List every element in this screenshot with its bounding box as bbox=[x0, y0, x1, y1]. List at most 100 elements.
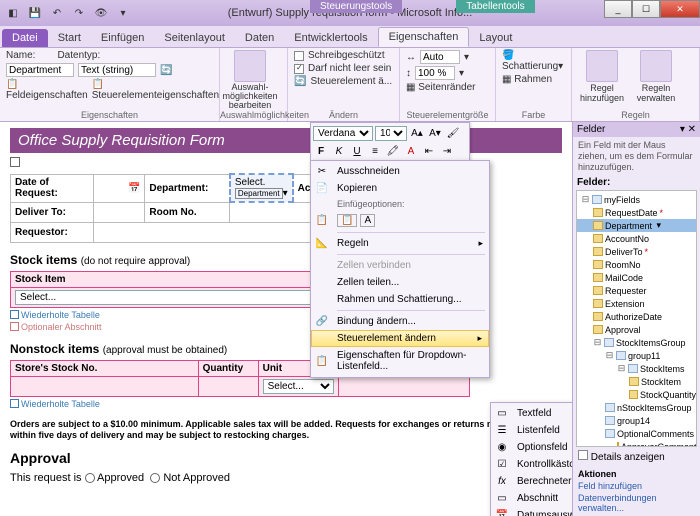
menu-cut[interactable]: ✂Ausschneiden bbox=[311, 163, 489, 180]
grow-font-icon[interactable]: A▴ bbox=[409, 125, 425, 141]
group-color-label: Farbe bbox=[496, 110, 571, 120]
request-is-label: This request is bbox=[10, 472, 82, 484]
maximize-button[interactable]: ☐ bbox=[632, 0, 660, 18]
notempty-checkbox[interactable] bbox=[294, 64, 304, 74]
details-label: Details anzeigen bbox=[591, 452, 665, 463]
readonly-checkbox[interactable] bbox=[294, 51, 304, 61]
sub-checkbox[interactable]: ☑Kontrollkästchen bbox=[491, 456, 572, 473]
name-label: Name: bbox=[6, 50, 35, 61]
sub-option[interactable]: ◉Optionsfeld bbox=[491, 439, 572, 456]
field-props-button[interactable]: 📋 Feldeigenschaften bbox=[6, 79, 88, 101]
undo-icon[interactable]: ↶ bbox=[48, 4, 66, 22]
notapproved-radio[interactable] bbox=[150, 473, 160, 483]
approved-radio[interactable] bbox=[85, 473, 95, 483]
refresh-icon[interactable]: 🔄 bbox=[160, 65, 172, 76]
group-choices-label: Auswahlmöglichkeiten bbox=[220, 110, 287, 120]
section-icon: ▭ bbox=[495, 492, 509, 506]
calendar-icon[interactable]: 📅 bbox=[128, 183, 140, 194]
manage-rules-button[interactable]: Regeln verwalten bbox=[632, 50, 680, 103]
underline-icon[interactable]: U bbox=[349, 143, 365, 159]
tab-data[interactable]: Daten bbox=[235, 29, 284, 47]
unit-select[interactable]: Select... bbox=[263, 379, 334, 394]
datentyp-input[interactable] bbox=[78, 63, 156, 77]
sub-section[interactable]: ▭Abschnitt bbox=[491, 490, 572, 507]
date-label: Date of Request: bbox=[11, 174, 94, 202]
name-input[interactable] bbox=[6, 63, 74, 77]
ribbon: Name: Datentyp: 🔄 📋 Feldeigenschaften 📋 … bbox=[0, 48, 700, 122]
tab-developer[interactable]: Entwicklertools bbox=[284, 29, 377, 47]
menu-change-binding[interactable]: 🔗Bindung ändern... bbox=[311, 313, 489, 330]
sub-calc[interactable]: fxBerechneter Wert bbox=[491, 473, 572, 490]
menu-paste-options[interactable]: 📋📋A bbox=[311, 211, 489, 230]
menu-copy[interactable]: 📄Kopieren bbox=[311, 180, 489, 197]
shrink-font-icon[interactable]: A▾ bbox=[427, 125, 443, 141]
manage-rules-icon bbox=[640, 50, 672, 82]
data-connections-link[interactable]: Datenverbindungen verwalten... bbox=[578, 493, 695, 513]
qat-dropdown-icon[interactable]: ▾ bbox=[114, 4, 132, 22]
preview-icon[interactable]: 👁 bbox=[92, 4, 110, 22]
width-input[interactable] bbox=[420, 50, 460, 64]
approved-label: Approved bbox=[97, 472, 144, 484]
group-rules-label: Regeln bbox=[572, 110, 699, 120]
sub-textfield[interactable]: ▭Textfeld bbox=[491, 405, 572, 422]
group-properties-label: Eigenschaften bbox=[0, 110, 219, 120]
indent-dec-icon[interactable]: ⇤ bbox=[421, 143, 437, 159]
minimize-button[interactable]: _ bbox=[604, 0, 632, 18]
change-control-icon[interactable]: 🔄 bbox=[294, 76, 306, 87]
menu-split-cells[interactable]: Zellen teilen... bbox=[311, 274, 489, 291]
menu-merge-cells[interactable]: Zellen verbinden bbox=[311, 257, 489, 274]
repeating-table-tag-2[interactable]: Wiederholte Tabelle bbox=[10, 399, 562, 409]
change-control-submenu: ▭Textfeld ☰Listenfeld ◉Optionsfeld ☑Kont… bbox=[490, 402, 572, 516]
pane-fields-label: Felder: bbox=[573, 175, 700, 190]
format-painter-icon[interactable]: 🖌 bbox=[445, 125, 461, 141]
control-props-button[interactable]: 📋 Steuerelementeigenschaften bbox=[92, 79, 219, 101]
disclaimer-text: Orders are subject to a $10.00 minimum. … bbox=[10, 419, 562, 442]
paste-icon: 📋 bbox=[315, 214, 329, 228]
fields-tree[interactable]: ⊟myFields RequestDate* Department ▾ Acco… bbox=[576, 190, 697, 447]
change-control-label[interactable]: Steuerelement ä... bbox=[310, 76, 392, 87]
add-rule-button[interactable]: Regel hinzufügen bbox=[578, 50, 626, 103]
shading-button[interactable]: 🪣 Schattierung▾ bbox=[502, 50, 565, 72]
edit-choices-button[interactable]: Auswahl- möglichkeiten bearbeiten bbox=[226, 50, 274, 110]
close-button[interactable]: ✕ bbox=[660, 0, 700, 18]
borders-button[interactable]: ▦ Rahmen bbox=[502, 74, 552, 85]
indent-inc-icon[interactable]: ⇥ bbox=[439, 143, 455, 159]
actions-heading: Aktionen bbox=[578, 469, 617, 479]
dept-dropdown[interactable]: Select. Department▾ bbox=[235, 177, 288, 199]
save-icon[interactable]: 💾 bbox=[26, 4, 44, 22]
anchor-handle[interactable] bbox=[10, 157, 20, 167]
mini-toolbar: Verdana 10 A▴ A▾ 🖌 F K U ≡ 🖍 A ⇤ ⇥ bbox=[310, 122, 470, 164]
italic-icon[interactable]: K bbox=[331, 143, 347, 159]
tab-start[interactable]: Start bbox=[48, 29, 91, 47]
font-combo[interactable]: Verdana bbox=[313, 126, 373, 141]
menu-dropdown-props[interactable]: 📋Eigenschaften für Dropdown-Listenfeld..… bbox=[311, 347, 489, 375]
pane-title: Felder bbox=[577, 124, 605, 135]
sub-date[interactable]: 📅Datumsauswahl bbox=[491, 507, 572, 516]
tab-file[interactable]: Datei bbox=[2, 29, 48, 47]
redo-icon[interactable]: ↷ bbox=[70, 4, 88, 22]
menu-rules[interactable]: 📐Regeln bbox=[311, 235, 489, 252]
checkbox-icon: ☑ bbox=[495, 458, 509, 472]
room-label: Room No. bbox=[145, 202, 230, 222]
highlight-icon[interactable]: 🖍 bbox=[385, 143, 401, 159]
pane-close-icon[interactable]: ▾ ✕ bbox=[680, 124, 696, 135]
fontcolor-icon[interactable]: A bbox=[403, 143, 419, 159]
menu-change-control[interactable]: Steuerelement ändern bbox=[311, 330, 489, 347]
tab-properties[interactable]: Eigenschaften bbox=[378, 27, 470, 47]
form-canvas[interactable]: Office Supply Requisition Form Date of R… bbox=[0, 122, 572, 516]
details-checkbox[interactable] bbox=[578, 450, 588, 460]
menu-borders[interactable]: Rahmen und Schattierung... bbox=[311, 291, 489, 308]
tab-layout[interactable]: Layout bbox=[469, 29, 522, 47]
title-bar: ◧ 💾 ↶ ↷ 👁 ▾ (Entwurf) Supply requisition… bbox=[0, 0, 700, 26]
margins-button[interactable]: ▦ Seitenränder bbox=[406, 82, 476, 93]
tab-pagelayout[interactable]: Seitenlayout bbox=[154, 29, 235, 47]
fontsize-combo[interactable]: 10 bbox=[375, 126, 407, 141]
bold-icon[interactable]: F bbox=[313, 143, 329, 159]
height-input[interactable] bbox=[415, 66, 455, 80]
align-icon[interactable]: ≡ bbox=[367, 143, 383, 159]
height-icon: ↕ bbox=[406, 68, 411, 79]
add-field-link[interactable]: Feld hinzufügen bbox=[578, 481, 695, 491]
sub-listbox[interactable]: ☰Listenfeld bbox=[491, 422, 572, 439]
tab-insert[interactable]: Einfügen bbox=[91, 29, 154, 47]
notempty-label: Darf nicht leer sein bbox=[308, 63, 391, 74]
